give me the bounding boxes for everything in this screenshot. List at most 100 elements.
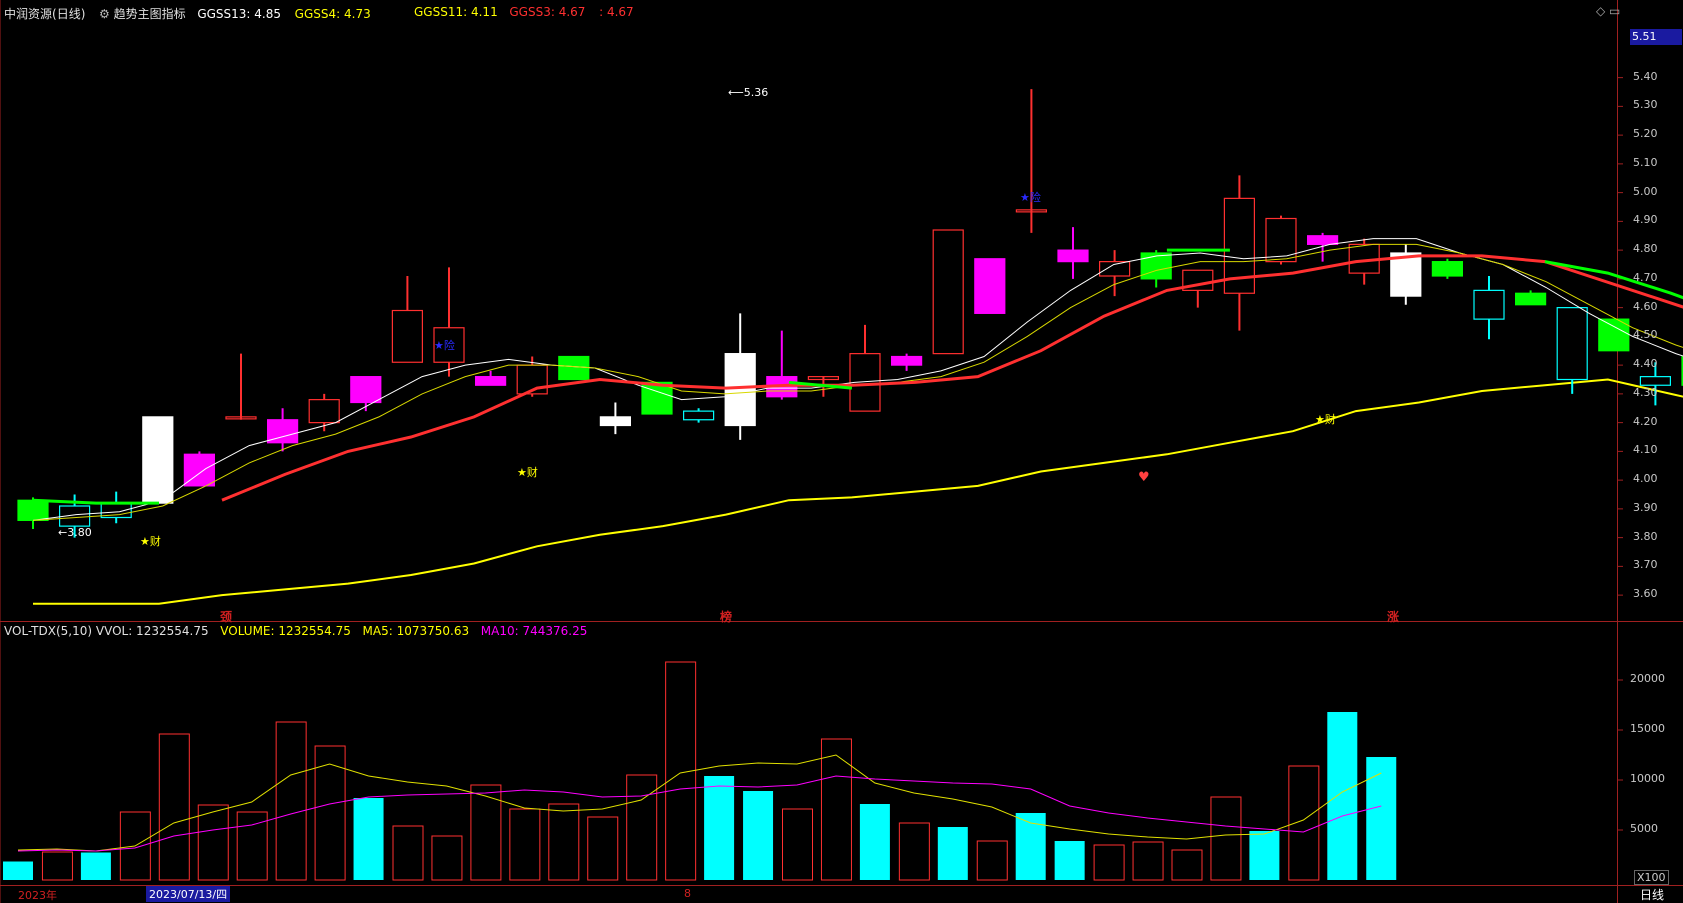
volume-bar [1249,831,1280,880]
volume-bar [80,852,111,880]
volume-tick-label: 20000 [1630,672,1665,685]
cursor-date[interactable]: 2023/07/13/四 [146,886,231,902]
price-tick-label: 3.60 [1633,587,1658,601]
candle-body [1265,217,1297,263]
volume-bar [158,733,190,881]
volume-bar [1288,765,1320,881]
volume-bar [548,803,580,881]
candle-body [558,355,590,381]
high-annotation: ⟵5.36 [728,86,769,99]
volume-bar [1171,849,1203,881]
price-tick-label: 4.10 [1633,443,1658,457]
volume-bar [353,798,384,880]
volume-bar [859,804,890,880]
volume-bar [509,808,541,881]
price-tick-label: 4.00 [1633,472,1658,486]
volume-unit: X100 [1634,870,1669,885]
price-tick-label: 3.70 [1633,558,1658,572]
volume-bar [1132,841,1164,881]
volume-bar [1327,712,1358,880]
ma-long-line [33,378,1683,605]
candle-body [1306,235,1339,245]
chart-window: 中润资源(日线) ⚙ 趋势主图指标 GGSS13: 4.85 GGSS4: 4.… [0,0,1683,903]
volume-bar [197,804,229,881]
candle-body [641,381,673,415]
ma-red-line [221,254,1683,502]
price-tick-label: 4.40 [1633,357,1658,371]
marker-zhang: 涨 [1387,610,1400,624]
candle-body [1057,249,1089,263]
price-tick-label: 4.70 [1633,270,1658,284]
volume-ma5-line [17,754,1382,852]
price-tick-label: 5.30 [1633,98,1658,112]
candle-body [1473,289,1505,320]
volume-bar [626,774,658,881]
candle-body [1431,261,1464,277]
candle-body [475,376,507,386]
volume-bar [704,776,735,880]
volume-bar [898,822,930,881]
price-tick-label: 3.80 [1633,529,1658,543]
candle-body [599,416,632,427]
volume-tick-label: 10000 [1630,772,1665,785]
price-tick-label: 3.90 [1633,500,1658,514]
volume-bar [3,861,33,880]
window-controls[interactable]: ◇ ▭ [1596,4,1620,18]
candle-body [1098,261,1131,277]
volume-bar [976,840,1008,881]
price-tick-label: 5.10 [1633,155,1658,169]
top-price-box: 5.51 [1630,29,1682,45]
price-tick-label: 4.50 [1633,328,1658,342]
volume-bar [587,816,619,881]
volume-ma10-line [17,775,1382,852]
volume-bar [1093,844,1125,881]
candle-body [1514,292,1547,306]
candle-body [932,229,964,355]
year-label: 2023年 [18,889,57,902]
price-tick-label: 4.80 [1633,242,1658,256]
volume-bar [314,745,346,881]
price-tick-label: 5.40 [1633,69,1658,83]
price-tick-label: 4.20 [1633,414,1658,428]
candle-body [974,258,1006,314]
cai-label-3: ★财 [1315,413,1336,426]
volume-bar [937,827,968,880]
volume-tick-label: 5000 [1630,822,1658,835]
candle-body [724,353,756,427]
period-button[interactable]: 日线 [1640,886,1664,903]
candle-body [391,309,423,363]
volume-bar [782,808,813,881]
volume-bar [431,835,463,881]
low-annotation: ←3.80 [58,526,92,539]
xian-label-2: ★险 [1020,191,1041,204]
marker-bang: 榜 [720,610,733,624]
candle-body [350,376,382,404]
price-tick-label: 4.90 [1633,213,1658,227]
ma-green-line [32,498,159,505]
volume-bar [1210,796,1242,881]
candle-body [17,499,49,521]
volume-bar [275,721,307,881]
candle-body [890,355,923,366]
volume-bar [1366,757,1397,880]
candle-body [682,410,715,421]
volume-bar [1054,841,1085,880]
marker-jing: 颈 [220,610,233,624]
ma-white-line [32,238,1683,521]
candle-body [1140,252,1172,280]
cai-label-1: ★财 [140,535,161,548]
price-tick-label: 5.00 [1633,184,1658,198]
price-tick-label: 4.30 [1633,385,1658,399]
xian-label-1: ★险 [434,339,455,352]
candle-body [1639,376,1672,386]
price-tick-label: 5.20 [1633,127,1658,141]
price-tick-label: 4.60 [1633,299,1658,313]
volume-bar [392,825,424,881]
candle-body [1598,318,1630,352]
chart-svg [0,0,1683,903]
volume-bar [743,791,774,880]
gem-icon: ♥ [1138,470,1150,485]
month-mark: 8 [684,887,691,900]
volume-tick-label: 15000 [1630,722,1665,735]
candle-body [1556,307,1588,381]
